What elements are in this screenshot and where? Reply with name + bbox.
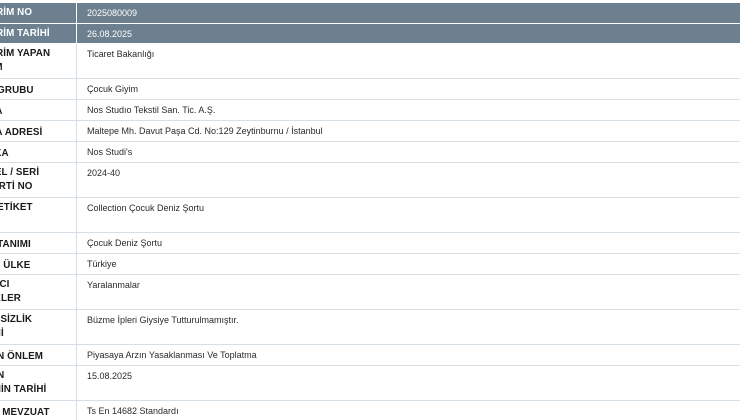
field-label-cell: ÜN ETİKET I [0,197,77,233]
field-value: Ticaret Bakanlığı [87,48,155,59]
field-label-line: ODEL / SERİ [0,166,40,178]
field-label: RMA ADRESİ [0,126,43,138]
field-label-cell: NŞE ÜLKE [0,253,77,275]
field-label: ŞIDICI KEKLER [0,275,76,306]
table-row: INAN ÖNLEM Piyasaya Arzın Yasaklanması V… [0,344,740,366]
field-label-cell: ÜN GRUBU [0,78,77,100]
field-label-line: LDİRİM YAPAN [0,47,51,59]
table-row: RMA ADRESİ Maltepe Mh. Davut Paşa Cd. No… [0,120,740,142]
field-label: ÜN ETİKET I [0,198,76,229]
table-row: INAN LEMİN TARİHİ 15.08.2025 [0,365,740,401]
field-label-line: DENİ [0,327,4,339]
field-value: Ts En 14682 Standardı [87,405,179,416]
field-value: Çocuk Deniz Şortu [87,237,163,248]
field-label-line: VENSİZLİK [0,313,33,325]
field-value-cell: Piyasaya Arzın Yasaklanması Ve Toplatma [76,344,740,366]
field-label-line: LEMİN TARİHİ [0,383,47,395]
table-row: ODEL / SERİ / PARTİ NO 2024-40 [0,162,740,198]
notification-table: LDİRİM NO 2025080009 LDİRİM TARİHİ 26.08… [0,3,740,420]
field-value: Piyasaya Arzın Yasaklanması Ve Toplatma [87,349,257,360]
table-row: ARKA Nos Studi's [0,141,740,163]
field-label-line: / PARTİ NO [0,180,33,192]
field-label: VENSİZLİK DENİ [0,310,76,341]
field-label: LDİRİM TARİHİ [0,27,50,39]
field-value: Collection Çocuk Deniz Şortu [87,202,205,213]
field-value-cell: Nos Studıo Tekstil San. Tic. A.Ş. [76,99,740,121]
field-label-cell: INAN LEMİN TARİHİ [0,365,77,401]
table-row: GİLİ MEVZUAT Ts En 14682 Standardı [0,400,740,420]
field-value-cell: 2025080009 [76,3,740,24]
table-row: LDİRİM YAPAN RUM Ticaret Bakanlığı [0,43,740,79]
field-value-cell: Büzme İpleri Giysiye Tutturulmamıştır. [76,309,740,345]
field-value: Büzme İpleri Giysiye Tutturulmamıştır. [87,314,239,325]
field-value: 2025080009 [87,8,138,18]
field-value-cell: Yaralanmalar [76,274,740,310]
field-label: LDİRİM YAPAN RUM [0,44,76,75]
field-label: INAN LEMİN TARİHİ [0,366,76,397]
field-value: Yaralanmalar [87,279,140,290]
field-value: Türkiye [87,258,117,269]
table-row: NŞE ÜLKE Türkiye [0,253,740,275]
field-label-cell: RMA ADRESİ [0,120,77,142]
field-label-cell: ŞIDICI KEKLER [0,274,77,310]
table-row: LDİRİM TARİHİ 26.08.2025 [0,23,740,44]
table-row: VENSİZLİK DENİ Büzme İpleri Giysiye Tutt… [0,309,740,345]
field-value-cell: Çocuk Giyim [76,78,740,100]
field-label-line: KEKLER [0,292,21,304]
field-label-cell: LDİRİM TARİHİ [0,23,77,44]
field-value-cell: Türkiye [76,253,740,275]
field-label: ARKA [0,147,9,159]
field-value-cell: Ticaret Bakanlığı [76,43,740,79]
field-value: Çocuk Giyim [87,83,139,94]
field-label-cell: LDİRİM YAPAN RUM [0,43,77,79]
field-label: NŞE ÜLKE [0,259,31,271]
field-label-cell: ARKA [0,141,77,163]
field-label: INAN ÖNLEM [0,350,44,362]
field-value: 15.08.2025 [87,370,133,381]
field-value-cell: 15.08.2025 [76,365,740,401]
field-value: Nos Studi's [87,146,133,157]
field-label-cell: LDİRİM NO [0,3,77,24]
field-value-cell: Maltepe Mh. Davut Paşa Cd. No:129 Zeytin… [76,120,740,142]
field-label: GİLİ MEVZUAT [0,406,50,418]
field-label-cell: VENSİZLİK DENİ [0,309,77,345]
notification-page: LDİRİM NO 2025080009 LDİRİM TARİHİ 26.08… [0,0,740,420]
field-label: RMA [0,100,76,120]
field-label-line: I [0,215,76,229]
table-row: ŞIDICI KEKLER Yaralanmalar [0,274,740,310]
field-value-cell: Ts En 14682 Standardı [76,400,740,420]
field-label: ÜN TANIMI [0,238,31,250]
field-label-cell: RMA [0,99,77,121]
field-value: Maltepe Mh. Davut Paşa Cd. No:129 Zeytin… [87,125,323,136]
field-value: 2024-40 [87,167,121,178]
field-value-cell: Collection Çocuk Deniz Şortu [76,197,740,233]
field-label: ODEL / SERİ / PARTİ NO [0,163,76,194]
field-value: Nos Studıo Tekstil San. Tic. A.Ş. [87,104,216,115]
table-row: ÜN GRUBU Çocuk Giyim [0,78,740,100]
field-value-cell: 26.08.2025 [76,23,740,44]
field-label-cell: ÜN TANIMI [0,232,77,254]
field-label: LDİRİM NO [0,7,33,18]
field-label-line: ÜN ETİKET [0,201,33,213]
field-value-cell: Çocuk Deniz Şortu [76,232,740,254]
field-label-cell: INAN ÖNLEM [0,344,77,366]
field-value-cell: 2024-40 [76,162,740,198]
field-value-cell: Nos Studi's [76,141,740,163]
field-label-cell: ODEL / SERİ / PARTİ NO [0,162,77,198]
field-label: ÜN GRUBU [0,84,34,96]
field-label-line: ŞIDICI [0,278,10,290]
table-row: ÜN TANIMI Çocuk Deniz Şortu [0,232,740,254]
table-row: ÜN ETİKET I Collection Çocuk Deniz Şortu [0,197,740,233]
field-label-line: INAN [0,369,5,381]
table-row: LDİRİM NO 2025080009 [0,3,740,24]
table-row: RMA Nos Studıo Tekstil San. Tic. A.Ş. [0,99,740,121]
field-label-line: RUM [0,61,76,75]
field-value: 26.08.2025 [87,28,133,39]
field-label-cell: GİLİ MEVZUAT [0,400,77,420]
